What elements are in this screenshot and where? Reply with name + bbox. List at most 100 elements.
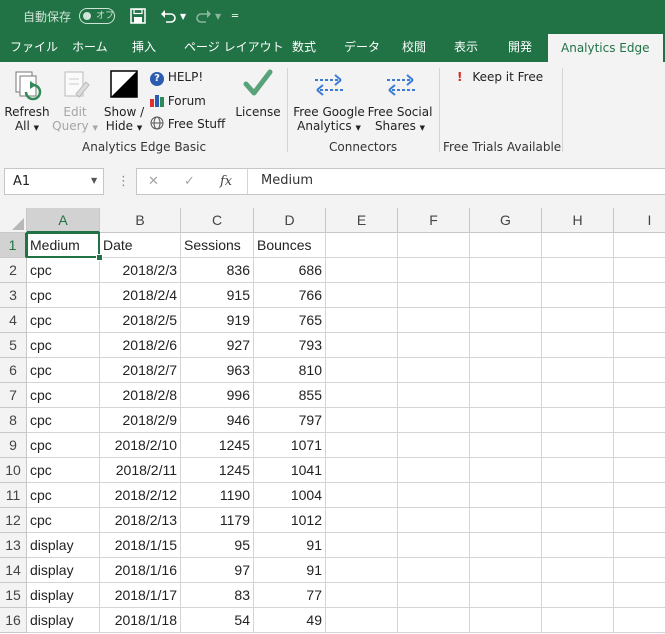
undo-icon[interactable] (160, 8, 176, 24)
table-cell[interactable] (542, 408, 614, 433)
table-cell[interactable] (326, 433, 398, 458)
tab-view[interactable]: 表示 (454, 32, 478, 62)
table-cell[interactable] (614, 283, 665, 308)
table-cell[interactable] (470, 308, 542, 333)
table-cell[interactable] (470, 333, 542, 358)
table-cell[interactable]: cpc (27, 508, 100, 533)
table-cell[interactable]: 927 (181, 333, 254, 358)
table-cell[interactable]: cpc (27, 258, 100, 283)
row-header[interactable]: 9 (0, 433, 27, 458)
table-cell[interactable]: 1179 (181, 508, 254, 533)
table-cell[interactable] (398, 508, 470, 533)
more-options-icon[interactable]: ⋮ (117, 174, 130, 189)
table-cell[interactable] (326, 583, 398, 608)
table-cell[interactable] (326, 408, 398, 433)
table-cell[interactable]: 765 (254, 308, 326, 333)
row-header[interactable]: 10 (0, 458, 27, 483)
table-cell[interactable] (326, 333, 398, 358)
table-cell[interactable] (470, 383, 542, 408)
table-cell[interactable] (614, 308, 665, 333)
row-header[interactable]: 13 (0, 533, 27, 558)
table-cell[interactable] (470, 533, 542, 558)
table-cell[interactable] (470, 558, 542, 583)
table-cell[interactable] (614, 233, 665, 258)
table-cell[interactable] (614, 608, 665, 633)
table-cell[interactable] (326, 533, 398, 558)
table-cell[interactable] (614, 358, 665, 383)
table-cell[interactable]: 2018/2/12 (100, 483, 181, 508)
table-cell[interactable]: cpc (27, 383, 100, 408)
table-cell[interactable] (542, 358, 614, 383)
table-cell[interactable] (398, 258, 470, 283)
license-button[interactable]: License (232, 105, 284, 119)
table-cell[interactable] (326, 608, 398, 633)
table-cell[interactable]: 49 (254, 608, 326, 633)
row-header[interactable]: 8 (0, 408, 27, 433)
row-header[interactable]: 4 (0, 308, 27, 333)
table-cell[interactable] (542, 233, 614, 258)
table-cell[interactable] (542, 308, 614, 333)
table-cell[interactable] (398, 308, 470, 333)
row-header[interactable]: 5 (0, 333, 27, 358)
column-header[interactable]: E (326, 208, 398, 233)
tab-formulas[interactable]: 数式 (292, 32, 316, 62)
table-cell[interactable]: 97 (181, 558, 254, 583)
table-cell[interactable]: 1245 (181, 458, 254, 483)
row-header[interactable]: 15 (0, 583, 27, 608)
select-all-corner[interactable] (0, 208, 27, 233)
table-cell[interactable] (398, 558, 470, 583)
tab-page-layout[interactable]: ページ レイアウト (184, 32, 284, 62)
table-cell[interactable]: 95 (181, 533, 254, 558)
column-header[interactable]: G (470, 208, 542, 233)
table-cell[interactable] (326, 508, 398, 533)
tab-insert[interactable]: 挿入 (132, 32, 156, 62)
table-cell[interactable]: cpc (27, 483, 100, 508)
keep-it-free-button[interactable]: ! Keep it Free (457, 70, 543, 84)
table-cell[interactable] (470, 233, 542, 258)
column-header[interactable]: I (614, 208, 665, 233)
table-cell[interactable]: 2018/1/15 (100, 533, 181, 558)
table-cell[interactable] (326, 358, 398, 383)
column-header[interactable]: F (398, 208, 470, 233)
table-cell[interactable]: 2018/2/5 (100, 308, 181, 333)
column-header[interactable]: B (100, 208, 181, 233)
table-cell[interactable] (614, 258, 665, 283)
table-cell[interactable] (398, 283, 470, 308)
help-button[interactable]: ? HELP! (150, 70, 203, 86)
table-cell[interactable]: 793 (254, 333, 326, 358)
free-google-analytics-button[interactable]: Free Google Analytics ▼ (292, 105, 366, 133)
table-cell[interactable]: 2018/2/11 (100, 458, 181, 483)
table-cell[interactable]: 836 (181, 258, 254, 283)
table-cell[interactable]: cpc (27, 308, 100, 333)
table-cell[interactable] (398, 233, 470, 258)
table-cell[interactable]: 1012 (254, 508, 326, 533)
table-cell[interactable]: 1004 (254, 483, 326, 508)
table-cell[interactable] (542, 458, 614, 483)
table-cell[interactable] (542, 583, 614, 608)
table-cell[interactable]: 2018/2/9 (100, 408, 181, 433)
table-cell[interactable] (542, 283, 614, 308)
table-cell[interactable]: display (27, 533, 100, 558)
table-cell[interactable] (398, 408, 470, 433)
row-header[interactable]: 12 (0, 508, 27, 533)
tab-developer[interactable]: 開発 (508, 32, 532, 62)
table-cell[interactable]: cpc (27, 433, 100, 458)
table-cell[interactable]: Medium (27, 233, 100, 258)
row-header[interactable]: 2 (0, 258, 27, 283)
free-stuff-button[interactable]: Free Stuff (150, 116, 225, 131)
table-cell[interactable] (470, 358, 542, 383)
table-cell[interactable]: cpc (27, 333, 100, 358)
forum-button[interactable]: Forum (150, 93, 206, 108)
tab-file[interactable]: ファイル (10, 32, 58, 62)
table-cell[interactable]: display (27, 608, 100, 633)
table-cell[interactable] (542, 558, 614, 583)
table-cell[interactable] (542, 258, 614, 283)
tab-review[interactable]: 校閲 (402, 32, 426, 62)
insert-function-icon[interactable]: fx (220, 174, 232, 189)
fill-handle[interactable] (96, 254, 103, 261)
table-cell[interactable]: 2018/1/17 (100, 583, 181, 608)
table-cell[interactable] (542, 483, 614, 508)
table-cell[interactable]: 963 (181, 358, 254, 383)
column-header[interactable]: D (254, 208, 326, 233)
row-header[interactable]: 6 (0, 358, 27, 383)
